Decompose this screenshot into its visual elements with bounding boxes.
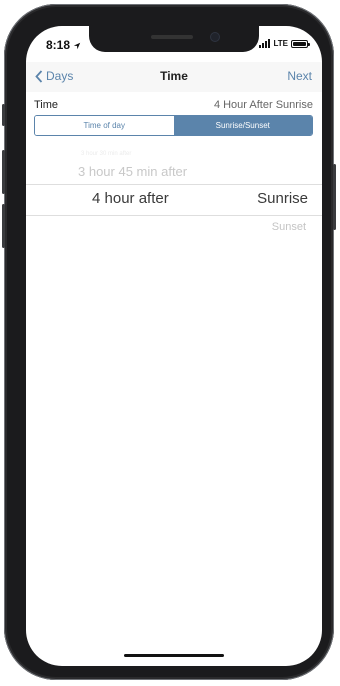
screen: 8:18 LTE Days Time Next Time 4 Hour Afte… [26,26,322,666]
network-label: LTE [273,39,288,48]
picker-option-faint: 3 hour 30 min after [81,151,132,157]
picker-selected-offset[interactable]: 4 hour after [92,190,169,207]
page-title: Time [160,69,188,83]
speaker-grille [151,35,193,39]
navigation-bar: Days Time Next [26,62,322,92]
volume-down-button [2,204,5,248]
side-button [333,164,336,230]
status-indicators: LTE [259,39,310,48]
segment-sunrise-sunset[interactable]: Sunrise/Sunset [173,116,312,135]
notch [89,26,259,52]
location-arrow-icon [74,42,81,50]
next-button[interactable]: Next [287,69,312,83]
battery-icon [291,39,310,48]
home-indicator[interactable] [124,654,224,657]
picker-option-sunset[interactable]: Sunset [272,221,306,233]
status-time: 8:18 [46,38,81,52]
silent-switch [2,104,5,126]
time-value: 4 Hour After Sunrise [213,99,313,111]
time-label: Time [34,99,59,111]
signal-icon [259,39,271,48]
time-mode-segmented-control: Time of day Sunrise/Sunset [34,115,313,136]
offset-picker[interactable]: 3 hour 30 min after 3 hour 45 min after … [26,142,322,302]
time-summary-row: Time 4 Hour After Sunrise [26,96,322,114]
status-time-text: 8:18 [46,38,71,52]
phone-frame: 8:18 LTE Days Time Next Time 4 Hour Afte… [2,4,336,680]
front-camera [211,33,219,41]
segment-time-of-day[interactable]: Time of day [35,116,174,135]
picker-option-above[interactable]: 3 hour 45 min after [78,164,187,179]
volume-up-button [2,150,5,194]
picker-selected-event[interactable]: Sunrise [257,190,308,207]
